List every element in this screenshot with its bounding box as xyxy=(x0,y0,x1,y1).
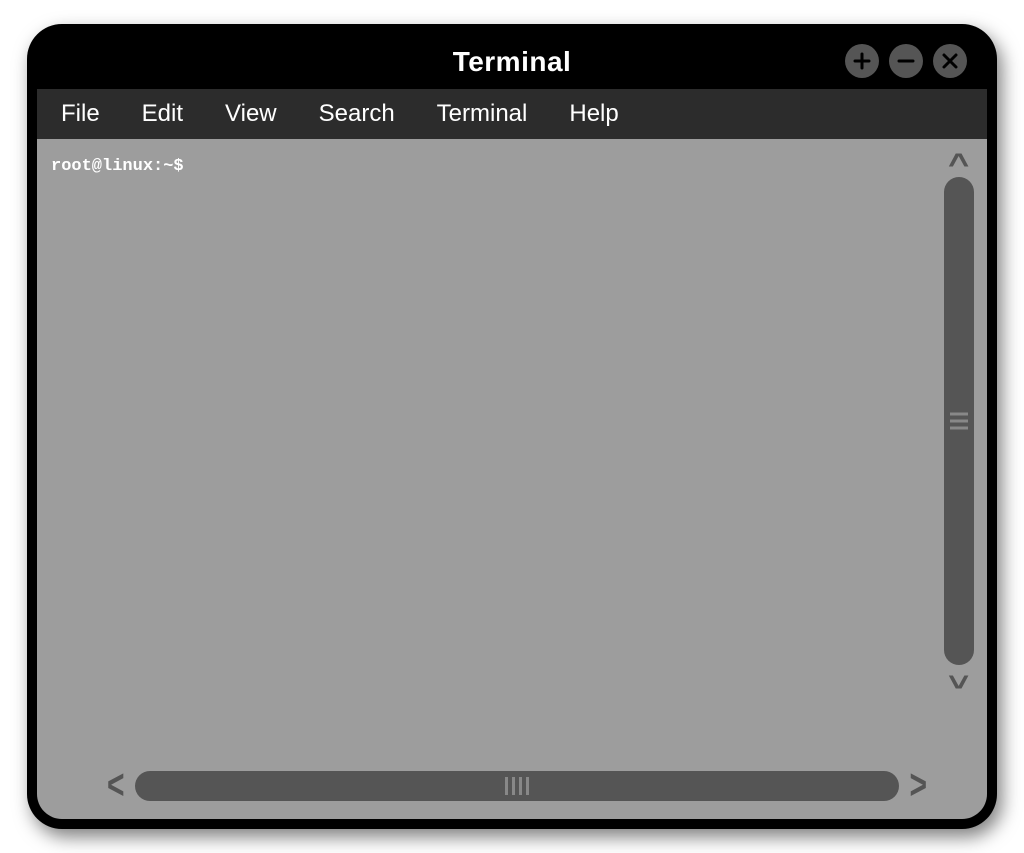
terminal-window: Terminal File Edit View Search Ter xyxy=(27,24,997,829)
maximize-button[interactable] xyxy=(845,44,879,78)
scroll-right-icon[interactable]: > xyxy=(909,765,927,807)
menu-edit[interactable]: Edit xyxy=(136,96,189,132)
menubar: File Edit View Search Terminal Help xyxy=(37,89,987,139)
vertical-scroll-track[interactable] xyxy=(944,177,974,665)
scroll-left-icon[interactable]: < xyxy=(107,765,125,807)
window-controls xyxy=(845,44,967,78)
vertical-scrollbar[interactable]: ˄ ˅ xyxy=(941,147,977,695)
horizontal-scroll-thumb[interactable] xyxy=(505,777,529,795)
scroll-down-icon[interactable]: ˅ xyxy=(948,669,969,695)
terminal-body: root@linux:~$ ˄ ˅ < > xyxy=(37,139,987,819)
scroll-up-icon[interactable]: ˄ xyxy=(948,147,969,173)
close-icon xyxy=(940,51,960,71)
horizontal-scrollbar[interactable]: < > xyxy=(107,759,927,813)
minimize-button[interactable] xyxy=(889,44,923,78)
vertical-scroll-thumb[interactable] xyxy=(950,413,968,430)
plus-icon xyxy=(852,51,872,71)
close-button[interactable] xyxy=(933,44,967,78)
terminal-prompt: root@linux:~$ xyxy=(51,157,932,176)
titlebar: Terminal xyxy=(37,34,987,89)
window-title: Terminal xyxy=(453,46,572,78)
horizontal-scroll-track[interactable] xyxy=(135,771,900,801)
terminal-content[interactable]: root@linux:~$ ˄ ˅ xyxy=(37,139,987,759)
menu-help[interactable]: Help xyxy=(563,96,624,132)
menu-search[interactable]: Search xyxy=(313,96,401,132)
menu-file[interactable]: File xyxy=(55,96,106,132)
minus-icon xyxy=(896,51,916,71)
menu-terminal[interactable]: Terminal xyxy=(431,96,534,132)
menu-view[interactable]: View xyxy=(219,96,283,132)
